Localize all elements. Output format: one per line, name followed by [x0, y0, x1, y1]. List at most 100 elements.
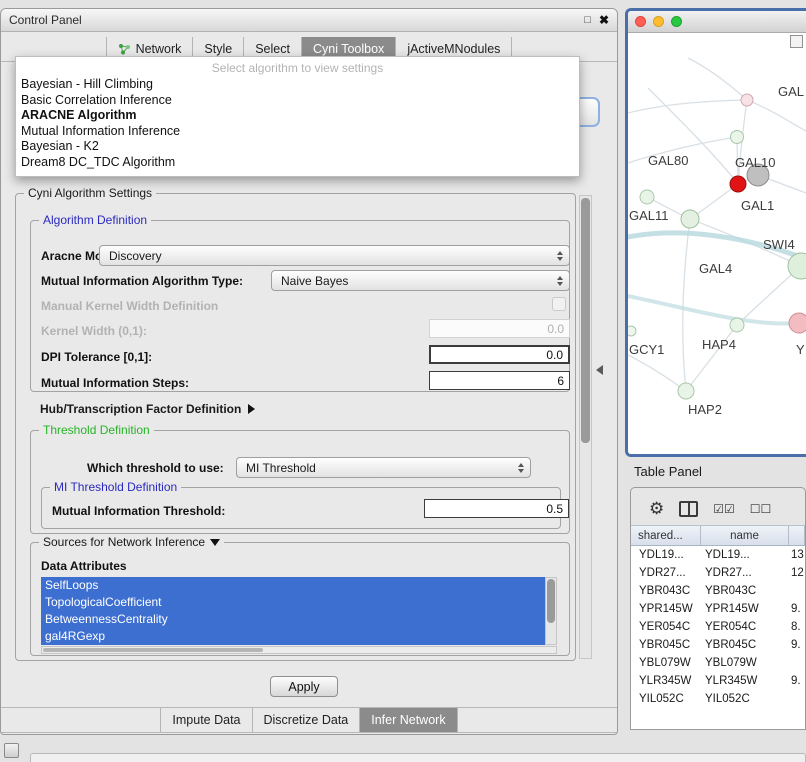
tab-discretize-data[interactable]: Discretize Data	[253, 708, 361, 732]
cell: YLR345W	[631, 672, 701, 690]
column-header-partial[interactable]	[789, 526, 805, 545]
combo-arrows-icon	[557, 251, 563, 261]
tab-impute-data[interactable]: Impute Data	[160, 708, 252, 732]
node-label: HAP4	[702, 337, 736, 352]
attribute-list-hscrollbar[interactable]	[41, 646, 557, 654]
scrollbar-thumb[interactable]	[43, 648, 263, 652]
which-threshold-label: Which threshold to use:	[87, 461, 224, 475]
algorithm-option[interactable]: Bayesian - K2	[16, 139, 579, 155]
cell: YER054C	[701, 618, 789, 636]
mi-steps-field[interactable]	[429, 371, 570, 390]
column-header-name[interactable]: name	[701, 526, 789, 545]
tab-label: Network	[136, 42, 182, 56]
attribute-list-item[interactable]: TopologicalCoefficient	[41, 594, 545, 611]
algorithm-option-selected[interactable]: ARACNE Algorithm	[16, 108, 579, 124]
network-view-window: GAL GAL80 GAL10 GAL11 GAL1 SWI4 GAL4 GCY…	[625, 8, 806, 457]
algorithm-option[interactable]: Basic Correlation Inference	[16, 93, 579, 109]
control-panel-titlebar[interactable]: Control Panel □ ✖	[1, 9, 617, 32]
node-label: GAL	[778, 84, 804, 99]
algorithm-option[interactable]: Bayesian - Hill Climbing	[16, 77, 579, 93]
cell: YBR043C	[701, 582, 789, 600]
table-toolbar: ⚙ ☑☑ ☐☐	[631, 488, 805, 525]
network-node[interactable]	[730, 318, 744, 332]
scrollbar-thumb[interactable]	[547, 579, 555, 623]
table-body[interactable]: YDL19...YDL19...13 YDR27...YDR27...12 YB…	[631, 546, 805, 729]
splitter-collapse-arrow[interactable]	[596, 365, 603, 375]
table-row[interactable]: YBR045CYBR045C9.	[631, 636, 805, 654]
gear-button[interactable]: ⚙	[649, 500, 664, 517]
window-minimize-button[interactable]	[653, 16, 664, 27]
network-node[interactable]	[789, 313, 806, 333]
apply-button[interactable]: Apply	[270, 676, 338, 697]
network-node[interactable]	[731, 131, 744, 144]
table-row[interactable]: YPR145WYPR145W9.	[631, 600, 805, 618]
window-close-button[interactable]	[635, 16, 646, 27]
sources-group-title[interactable]: Sources for Network Inference	[39, 535, 224, 549]
docked-panel-button[interactable]	[4, 743, 19, 758]
tab-infer-network[interactable]: Infer Network	[360, 708, 457, 732]
algorithm-option[interactable]: Mutual Information Inference	[16, 124, 579, 140]
network-canvas[interactable]: GAL GAL80 GAL10 GAL11 GAL1 SWI4 GAL4 GCY…	[628, 33, 806, 455]
attribute-list-item[interactable]: SelfLoops	[41, 577, 545, 594]
network-node[interactable]	[678, 383, 694, 399]
network-graph[interactable]: GAL GAL80 GAL10 GAL11 GAL1 SWI4 GAL4 GCY…	[628, 33, 806, 457]
close-window-button[interactable]: ✖	[599, 14, 609, 26]
network-node[interactable]	[741, 94, 753, 106]
cell: 12	[789, 564, 805, 582]
attribute-list-scrollbar[interactable]	[545, 577, 557, 645]
desktop: Control Panel □ ✖ Network Style Select C…	[0, 0, 806, 762]
algorithm-definition-title: Algorithm Definition	[39, 213, 151, 227]
algorithm-prompt: Select algorithm to view settings	[16, 60, 579, 77]
cell: YBR045C	[631, 636, 701, 654]
network-node[interactable]	[730, 176, 746, 192]
node-label: Y	[796, 342, 805, 357]
table-row[interactable]: YLR345WYLR345W9.	[631, 672, 805, 690]
table-row[interactable]: YBL079WYBL079W	[631, 654, 805, 672]
table-row[interactable]: YBR043CYBR043C	[631, 582, 805, 600]
window-zoom-button[interactable]	[671, 16, 682, 27]
hub-definition-toggle[interactable]: Hub/Transcription Factor Definition	[40, 402, 255, 416]
cell: YDL19...	[631, 546, 701, 564]
select-all-button[interactable]: ☑☑	[713, 502, 735, 516]
node-label: HAP2	[688, 402, 722, 417]
table-row[interactable]: YER054CYER054C8.	[631, 618, 805, 636]
mi-type-select[interactable]: Naive Bayes	[271, 270, 570, 291]
algorithm-option[interactable]: Dream8 DC_TDC Algorithm	[16, 155, 579, 171]
scrollbar-thumb[interactable]	[581, 198, 590, 443]
node-label: GCY1	[629, 342, 664, 357]
aracne-mode-select[interactable]: Discovery	[99, 245, 570, 266]
settings-scrollbar[interactable]	[579, 195, 592, 659]
column-header-shared-name[interactable]: shared...	[631, 526, 701, 545]
tab-label: Select	[255, 42, 290, 56]
float-window-button[interactable]: □	[584, 15, 591, 26]
cyni-algorithm-settings-group: Cyni Algorithm Settings Algorithm Defini…	[15, 193, 576, 661]
threshold-definition-title: Threshold Definition	[39, 423, 154, 437]
node-label: GAL80	[648, 153, 688, 168]
attribute-list-item[interactable]: BetweennessCentrality	[41, 611, 545, 628]
network-node[interactable]	[628, 326, 636, 336]
algorithm-dropdown-popup: Select algorithm to view settings Bayesi…	[15, 56, 580, 177]
network-tab-icon	[118, 43, 131, 55]
combo-value: MI Threshold	[246, 461, 316, 475]
cell: 9.	[789, 636, 805, 654]
cell: YLR345W	[701, 672, 789, 690]
deselect-all-button[interactable]: ☐☐	[750, 502, 772, 516]
cell: YIL052C	[631, 690, 701, 708]
cell: YDL19...	[701, 546, 789, 564]
expanded-arrow-icon	[210, 539, 220, 546]
network-node[interactable]	[681, 210, 699, 228]
combo-value: Naive Bayes	[281, 274, 348, 288]
table-row[interactable]: YIL052CYIL052C	[631, 690, 805, 708]
network-node[interactable]	[640, 190, 654, 204]
which-threshold-select[interactable]: MI Threshold	[236, 457, 531, 478]
table-row[interactable]: YDL19...YDL19...13	[631, 546, 805, 564]
mi-threshold-field[interactable]	[424, 499, 569, 518]
tab-label: Infer Network	[371, 713, 445, 727]
table-row[interactable]: YDR27...YDR27...12	[631, 564, 805, 582]
node-label: GAL11	[629, 208, 669, 223]
network-window-titlebar[interactable]	[628, 11, 806, 33]
attribute-list-item[interactable]: gal4RGexp	[41, 628, 545, 645]
columns-button[interactable]	[679, 501, 698, 517]
dpi-tolerance-field[interactable]	[429, 345, 570, 364]
overview-toggle-button[interactable]	[790, 35, 803, 48]
